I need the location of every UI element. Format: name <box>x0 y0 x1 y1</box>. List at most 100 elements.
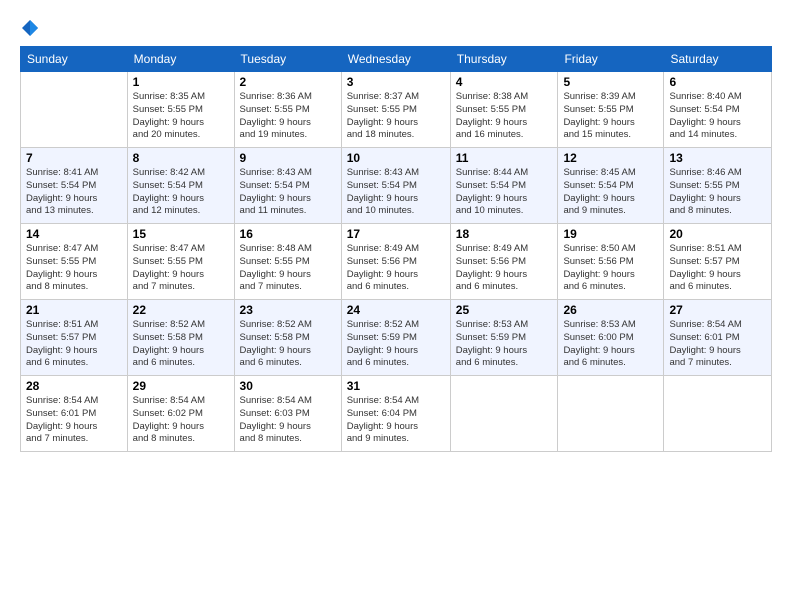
day-number: 30 <box>240 379 336 393</box>
day-number: 3 <box>347 75 445 89</box>
day-number: 8 <box>133 151 229 165</box>
day-info: Sunrise: 8:54 AM Sunset: 6:04 PM Dayligh… <box>347 395 445 446</box>
day-info: Sunrise: 8:43 AM Sunset: 5:54 PM Dayligh… <box>240 167 336 218</box>
day-number: 7 <box>26 151 122 165</box>
day-number: 28 <box>26 379 122 393</box>
calendar-cell: 12 Sunrise: 8:45 AM Sunset: 5:54 PM Dayli… <box>558 148 664 224</box>
day-number: 6 <box>669 75 766 89</box>
day-number: 23 <box>240 303 336 317</box>
calendar-cell: 7 Sunrise: 8:41 AM Sunset: 5:54 PM Daylig… <box>21 148 128 224</box>
day-number: 4 <box>456 75 553 89</box>
day-info: Sunrise: 8:49 AM Sunset: 5:56 PM Dayligh… <box>347 243 445 294</box>
calendar-cell: 22 Sunrise: 8:52 AM Sunset: 5:58 PM Dayli… <box>127 300 234 376</box>
calendar-cell: 17Sunrise: 8:49 AM Sunset: 5:56 PM Dayli… <box>341 224 450 300</box>
calendar-cell: 21Sunrise: 8:51 AM Sunset: 5:57 PM Dayli… <box>21 300 128 376</box>
calendar-cell: 6 Sunrise: 8:40 AM Sunset: 5:54 PM Daylig… <box>664 72 772 148</box>
logo-icon <box>20 18 40 38</box>
day-info: Sunrise: 8:41 AM Sunset: 5:54 PM Dayligh… <box>26 167 122 218</box>
day-number: 22 <box>133 303 229 317</box>
weekday-monday: Monday <box>127 47 234 72</box>
day-number: 16 <box>240 227 336 241</box>
calendar-cell: 18Sunrise: 8:49 AM Sunset: 5:56 PM Dayli… <box>450 224 558 300</box>
day-number: 12 <box>563 151 658 165</box>
day-info: Sunrise: 8:49 AM Sunset: 5:56 PM Dayligh… <box>456 243 553 294</box>
day-number: 29 <box>133 379 229 393</box>
calendar-cell: 1 Sunrise: 8:35 AM Sunset: 5:55 PM Daylig… <box>127 72 234 148</box>
calendar-cell: 19 Sunrise: 8:50 AM Sunset: 5:56 PM Dayli… <box>558 224 664 300</box>
header <box>20 18 772 38</box>
day-info: Sunrise: 8:42 AM Sunset: 5:54 PM Dayligh… <box>133 167 229 218</box>
logo <box>20 18 44 38</box>
calendar-cell: 24Sunrise: 8:52 AM Sunset: 5:59 PM Dayli… <box>341 300 450 376</box>
day-info: Sunrise: 8:53 AM Sunset: 6:00 PM Dayligh… <box>563 319 658 370</box>
calendar-cell: 2 Sunrise: 8:36 AM Sunset: 5:55 PM Daylig… <box>234 72 341 148</box>
calendar-table: SundayMondayTuesdayWednesdayThursdayFrid… <box>20 46 772 452</box>
day-info: Sunrise: 8:54 AM Sunset: 6:02 PM Dayligh… <box>133 395 229 446</box>
calendar-cell: 30 Sunrise: 8:54 AM Sunset: 6:03 PM Dayli… <box>234 376 341 452</box>
week-row-2: 7 Sunrise: 8:41 AM Sunset: 5:54 PM Daylig… <box>21 148 772 224</box>
calendar-cell: 25 Sunrise: 8:53 AM Sunset: 5:59 PM Dayli… <box>450 300 558 376</box>
calendar-cell: 31 Sunrise: 8:54 AM Sunset: 6:04 PM Dayli… <box>341 376 450 452</box>
day-info: Sunrise: 8:44 AM Sunset: 5:54 PM Dayligh… <box>456 167 553 218</box>
calendar-cell: 26 Sunrise: 8:53 AM Sunset: 6:00 PM Dayli… <box>558 300 664 376</box>
day-info: Sunrise: 8:36 AM Sunset: 5:55 PM Dayligh… <box>240 91 336 142</box>
day-number: 10 <box>347 151 445 165</box>
day-info: Sunrise: 8:47 AM Sunset: 5:55 PM Dayligh… <box>133 243 229 294</box>
day-info: Sunrise: 8:35 AM Sunset: 5:55 PM Dayligh… <box>133 91 229 142</box>
day-info: Sunrise: 8:39 AM Sunset: 5:55 PM Dayligh… <box>563 91 658 142</box>
day-number: 27 <box>669 303 766 317</box>
calendar-cell: 29 Sunrise: 8:54 AM Sunset: 6:02 PM Dayli… <box>127 376 234 452</box>
weekday-wednesday: Wednesday <box>341 47 450 72</box>
day-number: 24 <box>347 303 445 317</box>
calendar-cell: 27 Sunrise: 8:54 AM Sunset: 6:01 PM Dayli… <box>664 300 772 376</box>
calendar-cell: 15Sunrise: 8:47 AM Sunset: 5:55 PM Dayli… <box>127 224 234 300</box>
day-number: 5 <box>563 75 658 89</box>
day-info: Sunrise: 8:48 AM Sunset: 5:55 PM Dayligh… <box>240 243 336 294</box>
day-info: Sunrise: 8:51 AM Sunset: 5:57 PM Dayligh… <box>26 319 122 370</box>
calendar-cell: 13Sunrise: 8:46 AM Sunset: 5:55 PM Dayli… <box>664 148 772 224</box>
day-number: 9 <box>240 151 336 165</box>
day-info: Sunrise: 8:51 AM Sunset: 5:57 PM Dayligh… <box>669 243 766 294</box>
weekday-tuesday: Tuesday <box>234 47 341 72</box>
calendar-cell <box>450 376 558 452</box>
day-number: 1 <box>133 75 229 89</box>
calendar-cell <box>664 376 772 452</box>
day-info: Sunrise: 8:53 AM Sunset: 5:59 PM Dayligh… <box>456 319 553 370</box>
day-info: Sunrise: 8:52 AM Sunset: 5:58 PM Dayligh… <box>240 319 336 370</box>
day-number: 26 <box>563 303 658 317</box>
calendar-cell <box>21 72 128 148</box>
day-number: 31 <box>347 379 445 393</box>
day-number: 14 <box>26 227 122 241</box>
calendar-cell: 3Sunrise: 8:37 AM Sunset: 5:55 PM Daylig… <box>341 72 450 148</box>
day-number: 11 <box>456 151 553 165</box>
calendar-page: SundayMondayTuesdayWednesdayThursdayFrid… <box>0 0 792 612</box>
day-info: Sunrise: 8:45 AM Sunset: 5:54 PM Dayligh… <box>563 167 658 218</box>
calendar-cell: 8 Sunrise: 8:42 AM Sunset: 5:54 PM Daylig… <box>127 148 234 224</box>
week-row-1: 1 Sunrise: 8:35 AM Sunset: 5:55 PM Daylig… <box>21 72 772 148</box>
day-number: 2 <box>240 75 336 89</box>
calendar-cell: 9 Sunrise: 8:43 AM Sunset: 5:54 PM Daylig… <box>234 148 341 224</box>
calendar-cell: 16 Sunrise: 8:48 AM Sunset: 5:55 PM Dayli… <box>234 224 341 300</box>
weekday-header-row: SundayMondayTuesdayWednesdayThursdayFrid… <box>21 47 772 72</box>
day-number: 13 <box>669 151 766 165</box>
calendar-cell: 5 Sunrise: 8:39 AM Sunset: 5:55 PM Daylig… <box>558 72 664 148</box>
day-info: Sunrise: 8:54 AM Sunset: 6:03 PM Dayligh… <box>240 395 336 446</box>
day-info: Sunrise: 8:52 AM Sunset: 5:58 PM Dayligh… <box>133 319 229 370</box>
day-number: 19 <box>563 227 658 241</box>
day-info: Sunrise: 8:38 AM Sunset: 5:55 PM Dayligh… <box>456 91 553 142</box>
day-number: 20 <box>669 227 766 241</box>
calendar-cell: 11 Sunrise: 8:44 AM Sunset: 5:54 PM Dayli… <box>450 148 558 224</box>
weekday-thursday: Thursday <box>450 47 558 72</box>
calendar-cell: 28Sunrise: 8:54 AM Sunset: 6:01 PM Dayli… <box>21 376 128 452</box>
calendar-cell: 14 Sunrise: 8:47 AM Sunset: 5:55 PM Dayli… <box>21 224 128 300</box>
weekday-friday: Friday <box>558 47 664 72</box>
calendar-cell: 4 Sunrise: 8:38 AM Sunset: 5:55 PM Daylig… <box>450 72 558 148</box>
day-info: Sunrise: 8:50 AM Sunset: 5:56 PM Dayligh… <box>563 243 658 294</box>
day-number: 25 <box>456 303 553 317</box>
week-row-3: 14 Sunrise: 8:47 AM Sunset: 5:55 PM Dayli… <box>21 224 772 300</box>
day-info: Sunrise: 8:47 AM Sunset: 5:55 PM Dayligh… <box>26 243 122 294</box>
weekday-sunday: Sunday <box>21 47 128 72</box>
day-info: Sunrise: 8:54 AM Sunset: 6:01 PM Dayligh… <box>669 319 766 370</box>
day-info: Sunrise: 8:40 AM Sunset: 5:54 PM Dayligh… <box>669 91 766 142</box>
week-row-5: 28Sunrise: 8:54 AM Sunset: 6:01 PM Dayli… <box>21 376 772 452</box>
